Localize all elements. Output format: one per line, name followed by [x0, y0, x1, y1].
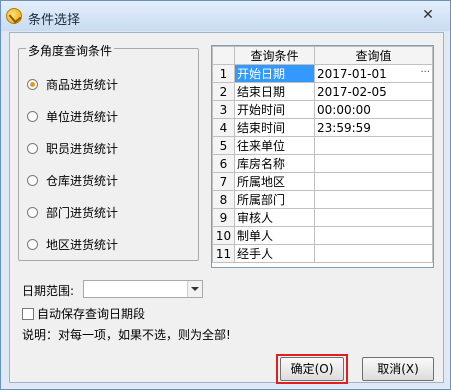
table-row[interactable]: 1 开始日期 2017-01-01 ···	[212, 64, 433, 83]
cancel-button[interactable]: 取消(X)	[362, 357, 434, 381]
value-cell[interactable]	[314, 172, 433, 191]
checkbox-icon[interactable]	[22, 307, 34, 320]
row-number: 8	[212, 190, 235, 209]
condition-header[interactable]: 查询条件	[234, 46, 315, 65]
table-row[interactable]: 11 经手人	[212, 244, 433, 263]
condition-cell[interactable]: 库房名称	[234, 154, 315, 173]
grid-header-row: 查询条件 查询值	[212, 46, 433, 65]
dialog-window: 条件选择 ✕ 多角度查询条件 商品进货统计 单位进货统计 职员进货统计 仓库进货…	[0, 0, 451, 390]
radio-region-stats[interactable]: 地区进货统计	[27, 235, 118, 253]
row-number: 11	[212, 244, 235, 263]
condition-cell[interactable]: 开始日期	[234, 64, 315, 83]
condition-cell[interactable]: 所属地区	[234, 172, 315, 191]
radio-icon	[27, 238, 38, 250]
group-title: 多角度查询条件	[26, 42, 115, 59]
radio-icon	[27, 174, 38, 186]
table-row[interactable]: 9 审核人	[212, 208, 433, 227]
row-number: 5	[212, 136, 235, 155]
radio-label: 职员进货统计	[46, 141, 119, 156]
radio-label: 商品进货统计	[46, 77, 119, 92]
date-range-label: 日期范围:	[22, 284, 75, 298]
radio-icon	[27, 206, 38, 218]
condition-cell[interactable]: 结束日期	[234, 82, 315, 101]
condition-cell[interactable]: 所属部门	[234, 190, 315, 209]
value-cell[interactable]: 2017-02-05	[314, 82, 433, 101]
instruction-note: 说明：对每一项，如果不选，则为全部!	[22, 328, 231, 342]
radio-label: 仓库进货统计	[46, 173, 119, 188]
app-icon	[6, 8, 22, 24]
row-number: 7	[212, 172, 235, 191]
dialog-body: 多角度查询条件 商品进货统计 单位进货统计 职员进货统计 仓库进货统计 部门进货…	[9, 32, 444, 384]
autosave-label: 自动保存查询日期段	[37, 307, 146, 321]
table-row[interactable]: 7 所属地区	[212, 172, 433, 191]
radio-label: 单位进货统计	[46, 109, 119, 124]
row-number: 6	[212, 154, 235, 173]
radio-label: 地区进货统计	[46, 237, 119, 252]
table-row[interactable]: 5 往来单位	[212, 136, 433, 155]
radio-product-stats[interactable]: 商品进货统计	[27, 75, 118, 93]
value-cell[interactable]	[314, 208, 433, 227]
value-cell[interactable]: 00:00:00	[314, 100, 433, 119]
radio-staff-stats[interactable]: 职员进货统计	[27, 139, 118, 157]
value-header[interactable]: 查询值	[314, 46, 433, 65]
value-text[interactable]: 2017-01-01	[317, 67, 387, 81]
condition-cell[interactable]: 审核人	[234, 208, 315, 227]
ellipsis-button[interactable]: ···	[420, 67, 430, 78]
autosave-date-checkbox[interactable]: 自动保存查询日期段	[22, 305, 145, 322]
condition-cell[interactable]: 开始时间	[234, 100, 315, 119]
condition-cell[interactable]: 制单人	[234, 226, 315, 245]
radio-selected-icon	[27, 78, 38, 90]
condition-cell[interactable]: 往来单位	[234, 136, 315, 155]
radio-unit-stats[interactable]: 单位进货统计	[27, 107, 118, 125]
title-bar[interactable]: 条件选择 ✕	[1, 1, 450, 31]
radio-department-stats[interactable]: 部门进货统计	[27, 203, 118, 221]
row-number-header	[212, 46, 235, 65]
value-cell[interactable]	[314, 226, 433, 245]
table-row[interactable]: 2 结束日期 2017-02-05	[212, 82, 433, 101]
ok-button[interactable]: 确定(O)	[280, 357, 344, 381]
value-cell[interactable]	[314, 136, 433, 155]
table-row[interactable]: 4 结束时间 23:59:59	[212, 118, 433, 137]
table-row[interactable]: 6 库房名称	[212, 154, 433, 173]
value-cell[interactable]	[314, 154, 433, 173]
window-title: 条件选择	[28, 13, 81, 28]
row-number: 1	[212, 64, 235, 83]
table-row[interactable]: 10 制单人	[212, 226, 433, 245]
table-row[interactable]: 3 开始时间 00:00:00	[212, 100, 433, 119]
close-icon[interactable]: ✕	[419, 7, 437, 23]
radio-warehouse-stats[interactable]: 仓库进货统计	[27, 171, 118, 189]
value-cell[interactable]	[314, 190, 433, 209]
row-number: 2	[212, 82, 235, 101]
chevron-down-icon[interactable]	[187, 281, 202, 297]
radio-label: 部门进货统计	[46, 205, 119, 220]
row-number: 9	[212, 208, 235, 227]
table-row[interactable]: 8 所属部门	[212, 190, 433, 209]
condition-cell[interactable]: 结束时间	[234, 118, 315, 137]
radio-icon	[27, 142, 38, 154]
condition-cell[interactable]: 经手人	[234, 244, 315, 263]
row-number: 10	[212, 226, 235, 245]
value-cell[interactable]: 2017-01-01 ···	[314, 64, 433, 83]
radio-icon	[27, 110, 38, 122]
value-cell[interactable]: 23:59:59	[314, 118, 433, 137]
date-range-select[interactable]	[83, 280, 203, 298]
condition-grid[interactable]: 查询条件 查询值 1 开始日期 2017-01-01 ··· 2 结束日期 201…	[211, 45, 434, 268]
row-number: 3	[212, 100, 235, 119]
value-cell[interactable]	[314, 244, 433, 263]
row-number: 4	[212, 118, 235, 137]
